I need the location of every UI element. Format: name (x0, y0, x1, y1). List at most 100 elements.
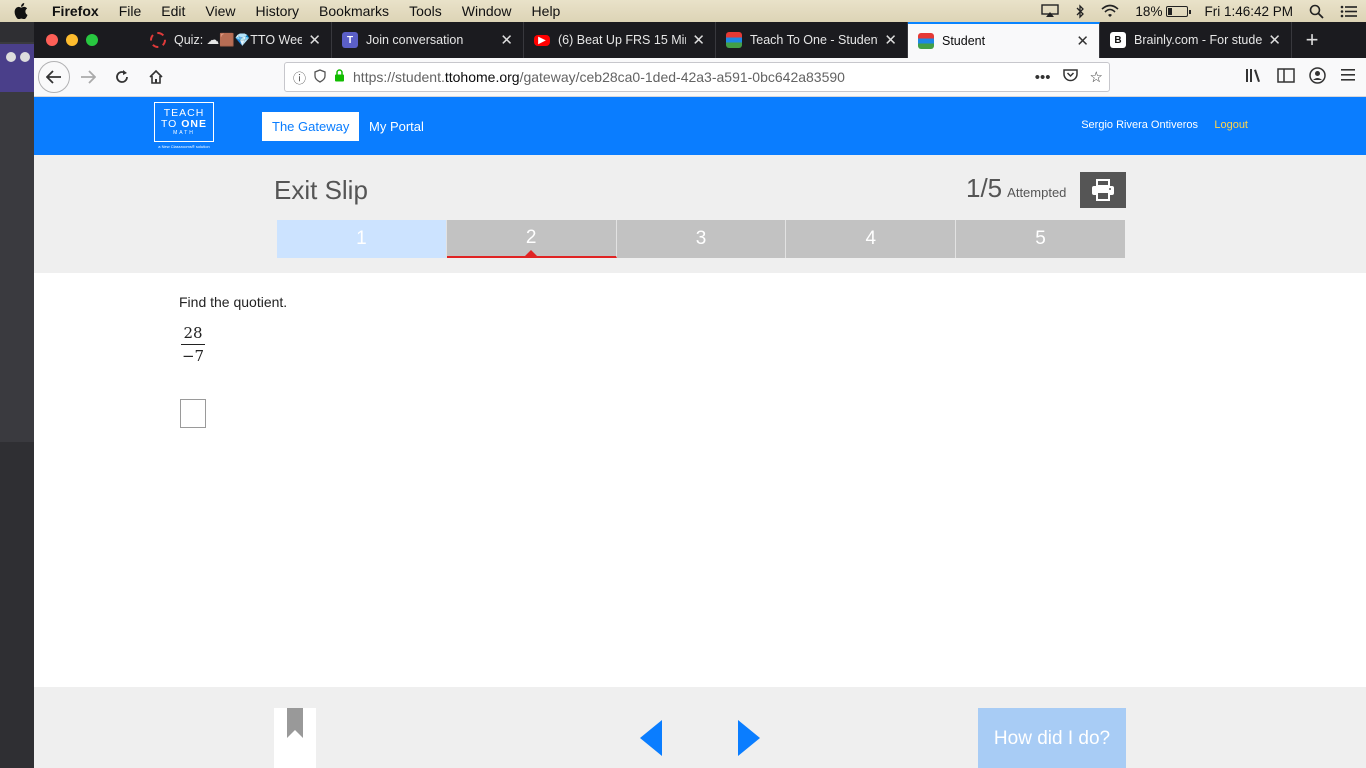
question-tab-label: 4 (865, 228, 877, 249)
menu-window[interactable]: Window (452, 0, 522, 22)
printer-icon (1092, 179, 1114, 201)
brainly-favicon-icon: B (1110, 32, 1126, 48)
tab-label: (6) Beat Up FRS 15 Minut (558, 33, 686, 47)
page-content: TEACH TO ONE MATH a New Classrooms® solu… (34, 97, 1366, 768)
teach-to-one-logo[interactable]: TEACH TO ONE MATH a New Classrooms® solu… (154, 102, 214, 150)
next-question-button[interactable] (738, 720, 760, 761)
question-tab-4[interactable]: 4 (786, 220, 957, 258)
attempted-label: Attempted (1007, 185, 1067, 200)
tab-youtube[interactable]: ▶ (6) Beat Up FRS 15 Minut ✕ (524, 22, 716, 58)
close-window-button[interactable] (46, 34, 58, 46)
tto-favicon-icon (726, 32, 742, 48)
notification-center-icon[interactable] (1332, 5, 1366, 18)
close-tab-icon[interactable]: ✕ (500, 31, 513, 49)
fraction-numerator: 28 (181, 324, 205, 345)
bookmark-star-icon[interactable]: ☆ (1090, 68, 1103, 86)
nav-my-portal[interactable]: My Portal (359, 112, 434, 141)
logout-link[interactable]: Logout (1214, 119, 1248, 131)
tab-brainly[interactable]: B Brainly.com - For student ✕ (1100, 22, 1292, 58)
back-button[interactable] (38, 61, 70, 93)
menu-tools[interactable]: Tools (399, 0, 452, 22)
menu-app-name[interactable]: Firefox (42, 0, 109, 22)
tab-label: Quiz: ☁🟫💎TTO Week o (174, 33, 303, 47)
apple-icon[interactable] (0, 3, 42, 19)
question-tab-label: 5 (1035, 228, 1046, 249)
wifi-icon[interactable] (1093, 4, 1127, 18)
quiz-favicon-icon (150, 32, 166, 48)
tab-quiz[interactable]: Quiz: ☁🟫💎TTO Week o ✕ (140, 22, 332, 58)
current-indicator (525, 250, 538, 256)
new-tab-button[interactable]: + (1292, 22, 1332, 58)
info-icon[interactable]: ⓘ (293, 68, 306, 87)
forward-button[interactable] (72, 61, 104, 93)
url-bar[interactable]: ⓘ https://student.ttohome.org/gateway/ce… (284, 62, 1110, 92)
question-tab-5[interactable]: 5 (956, 220, 1125, 258)
question-tab-label: 2 (525, 227, 537, 248)
tab-label: Brainly.com - For student (1134, 33, 1263, 47)
exit-slip-header: Exit Slip 1/5 Attempted 1 2 3 4 5 (34, 155, 1366, 273)
question-tab-label: 1 (356, 228, 367, 249)
menu-file[interactable]: File (109, 0, 152, 22)
page-actions-icon[interactable]: ••• (1035, 69, 1051, 86)
close-tab-icon[interactable]: ✕ (1076, 32, 1089, 50)
tab-teach-to-one[interactable]: Teach To One - Student P ✕ (716, 22, 908, 58)
tab-student[interactable]: Student ✕ (908, 22, 1100, 58)
tto-favicon-icon (918, 33, 934, 49)
browser-window: Quiz: ☁🟫💎TTO Week o ✕ T Join conversatio… (34, 22, 1366, 768)
airplay-icon[interactable] (1033, 4, 1067, 18)
page-title: Exit Slip (274, 175, 368, 205)
close-tab-icon[interactable]: ✕ (692, 31, 705, 49)
spotlight-search-icon[interactable] (1301, 4, 1332, 19)
menu-help[interactable]: Help (522, 0, 571, 22)
zoom-window-button[interactable] (86, 34, 98, 46)
arrow-right-icon (738, 720, 760, 756)
teams-favicon-icon: T (342, 32, 358, 48)
tracking-shield-icon[interactable] (314, 68, 326, 86)
logo-line2b: ONE (181, 117, 208, 130)
pocket-icon[interactable] (1062, 68, 1078, 86)
nav-the-gateway[interactable]: The Gateway (262, 112, 360, 141)
tab-join-conversation[interactable]: T Join conversation ✕ (332, 22, 524, 58)
menu-history[interactable]: History (245, 0, 309, 22)
close-tab-icon[interactable]: ✕ (308, 31, 321, 49)
tab-label: Student (942, 34, 986, 48)
hamburger-menu-icon[interactable] (1340, 68, 1356, 87)
library-icon[interactable] (1245, 68, 1263, 88)
tab-label: Teach To One - Student P (750, 33, 879, 47)
fraction-expression: 28 −7 (181, 324, 205, 365)
question-prompt: Find the quotient. (179, 294, 288, 310)
previous-question-button[interactable] (640, 720, 662, 761)
menu-edit[interactable]: Edit (151, 0, 195, 22)
question-tab-3[interactable]: 3 (616, 220, 787, 258)
menu-bookmarks[interactable]: Bookmarks (309, 0, 399, 22)
battery-status[interactable]: 18% (1127, 4, 1196, 19)
reload-button[interactable] (106, 61, 138, 93)
how-did-i-do-button[interactable]: How did I do? (978, 708, 1126, 768)
bookmark-button[interactable] (274, 708, 316, 768)
account-icon[interactable] (1309, 66, 1326, 89)
sidebar-icon[interactable] (1277, 67, 1295, 88)
print-button[interactable] (1080, 172, 1126, 208)
question-tab-2[interactable]: 2 (446, 220, 617, 258)
close-tab-icon[interactable]: ✕ (884, 31, 897, 49)
answer-input[interactable] (180, 399, 206, 428)
menu-view[interactable]: View (195, 0, 245, 22)
url-path: /gateway/ceb28ca0-1ded-42a3-a591-0bc642a… (519, 69, 845, 85)
close-tab-icon[interactable]: ✕ (1268, 31, 1281, 49)
bluetooth-icon[interactable] (1067, 3, 1093, 19)
arrow-left-icon (640, 720, 662, 756)
battery-percent: 18% (1135, 3, 1163, 19)
question-tabs: 1 2 3 4 5 (277, 220, 1125, 258)
battery-icon (1166, 5, 1192, 17)
home-button[interactable] (140, 61, 172, 93)
minimize-window-button[interactable] (66, 34, 78, 46)
user-name: Sergio Rivera Ontiveros (1081, 119, 1198, 131)
question-tab-1[interactable]: 1 (277, 220, 447, 258)
desktop-background (0, 22, 34, 768)
lock-icon[interactable] (334, 69, 345, 85)
attempted-counter: 1/5 Attempted (966, 173, 1066, 204)
clock[interactable]: Fri 1:46:42 PM (1196, 4, 1301, 19)
url-text: https://student.ttohome.org/gateway/ceb2… (353, 69, 845, 85)
url-prefix: https://student. (353, 69, 445, 85)
navigation-toolbar: ⓘ https://student.ttohome.org/gateway/ce… (34, 58, 1366, 97)
